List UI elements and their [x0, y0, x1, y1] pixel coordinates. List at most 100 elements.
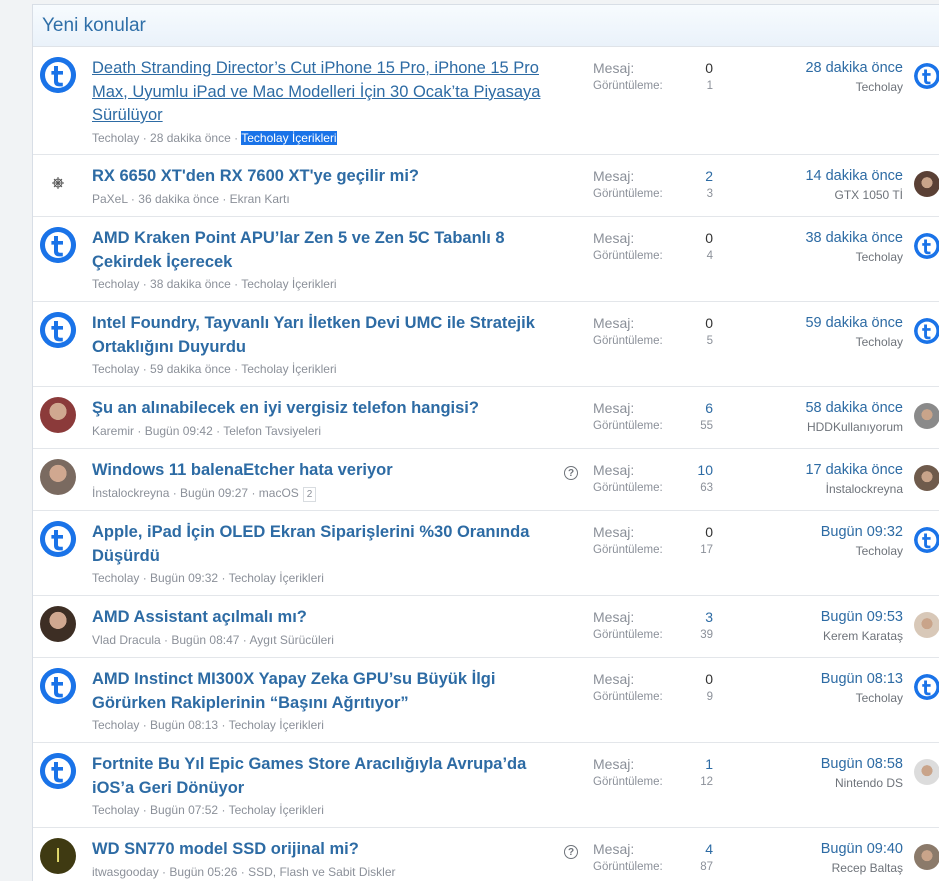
thread-title-link[interactable]: Intel Foundry, Tayvanlı Yarı İletken Dev…: [92, 312, 562, 359]
thread-author-link[interactable]: Techolay: [92, 718, 139, 732]
thread-author-link[interactable]: Techolay: [92, 131, 139, 145]
thread-author-link[interactable]: Vlad Dracula: [92, 633, 161, 647]
block-title[interactable]: Yeni konular: [42, 15, 146, 37]
last-post-time[interactable]: 28 dakika önce: [805, 60, 903, 76]
thread-start-date[interactable]: Bugün 09:27: [180, 486, 248, 500]
thread-start-date[interactable]: 59 dakika önce: [150, 362, 231, 376]
thread-title-link[interactable]: WD SN770 model SSD orijinal mi?: [92, 838, 562, 862]
last-post-time[interactable]: Bugün 09:53: [821, 609, 903, 625]
thread-forum-link[interactable]: Aygıt Sürücüleri: [249, 633, 334, 647]
user-avatar[interactable]: [40, 459, 76, 495]
thread-author-link[interactable]: Techolay: [92, 803, 139, 817]
techolay-last-avatar-icon[interactable]: [914, 674, 939, 700]
last-post-time[interactable]: 58 dakika önce: [805, 400, 903, 416]
thread-author-link[interactable]: Karemir: [92, 424, 134, 438]
last-post-time[interactable]: Bugün 09:32: [821, 524, 903, 540]
thread-start-date[interactable]: Bugün 09:42: [145, 424, 213, 438]
thread-start-date[interactable]: 36 dakika önce: [138, 192, 219, 206]
thread-title-link[interactable]: Apple, iPad İçin OLED Ekran Siparişlerin…: [92, 521, 562, 568]
last-poster-name[interactable]: Techolay: [856, 544, 903, 558]
thread-author-link[interactable]: PaXeL: [92, 192, 128, 206]
thread-author-link[interactable]: itwasgooday: [92, 865, 159, 879]
thread-author-link[interactable]: Techolay: [92, 571, 139, 585]
thread-forum-link[interactable]: Techolay İçerikleri: [229, 571, 324, 585]
thread-title-link[interactable]: AMD Instinct MI300X Yapay Zeka GPU’su Bü…: [92, 668, 562, 715]
last-post-time[interactable]: 14 dakika önce: [805, 168, 903, 184]
user-avatar[interactable]: [40, 606, 76, 642]
thread-forum-link[interactable]: Techolay İçerikleri: [241, 362, 336, 376]
last-poster-avatar[interactable]: [914, 465, 939, 491]
thread-title-link[interactable]: AMD Assistant açılmalı mı?: [92, 606, 562, 630]
last-post-time[interactable]: Bugün 09:40: [821, 841, 903, 857]
last-poster-avatar[interactable]: [914, 171, 939, 197]
last-poster-name[interactable]: Techolay: [856, 335, 903, 349]
thread-start-date[interactable]: 38 dakika önce: [150, 277, 231, 291]
techolay-last-avatar-icon[interactable]: [914, 63, 939, 89]
techolay-avatar-icon[interactable]: [40, 312, 76, 348]
last-poster-name[interactable]: Techolay: [856, 80, 903, 94]
techolay-last-avatar-icon[interactable]: [914, 527, 939, 553]
thread-title-link[interactable]: Death Stranding Director’s Cut iPhone 15…: [92, 57, 562, 128]
last-poster-name[interactable]: Kerem Karataş: [823, 629, 903, 643]
thread-forum-link[interactable]: Techolay İçerikleri: [241, 277, 336, 291]
thread-start-date[interactable]: Bugün 07:52: [150, 803, 218, 817]
last-poster-name[interactable]: Techolay: [856, 250, 903, 264]
thread-forum-link[interactable]: Techolay İçerikleri: [229, 718, 324, 732]
thread-forum-link[interactable]: Techolay İçerikleri: [241, 130, 337, 145]
thread-start-date[interactable]: Bugün 08:13: [150, 718, 218, 732]
techolay-avatar-icon[interactable]: [40, 521, 76, 557]
thread-start-date[interactable]: Bugün 05:26: [169, 865, 237, 879]
techolay-last-avatar-icon[interactable]: [914, 318, 939, 344]
thread-title-link[interactable]: Şu an alınabilecek en iyi vergisiz telef…: [92, 397, 562, 421]
thread-forum-link[interactable]: SSD, Flash ve Sabit Diskler: [248, 865, 395, 879]
last-post-time[interactable]: Bugün 08:58: [821, 756, 903, 772]
last-poster-avatar[interactable]: [914, 844, 939, 870]
techolay-last-avatar-icon[interactable]: [914, 233, 939, 259]
thread-start-date[interactable]: Bugün 08:47: [171, 633, 239, 647]
thread-author-link[interactable]: Techolay: [92, 277, 139, 291]
last-poster-name[interactable]: GTX 1050 Tİ: [835, 188, 903, 202]
thread-forum-link[interactable]: Telefon Tavsiyeleri: [223, 424, 321, 438]
replies-count[interactable]: 2: [705, 168, 713, 184]
thread-meta: PaXeL · 36 dakika önce · Ekran Kartı: [92, 191, 290, 206]
last-poster-name[interactable]: Nintendo DS: [835, 776, 903, 790]
techolay-avatar-icon[interactable]: [40, 668, 76, 704]
last-poster-avatar[interactable]: [914, 612, 939, 638]
last-poster-name[interactable]: Recep Baltaş: [832, 861, 903, 875]
thread-author-link[interactable]: Techolay: [92, 362, 139, 376]
last-post-time[interactable]: 59 dakika önce: [805, 315, 903, 331]
replies-label: Mesaj:: [593, 841, 635, 857]
last-poster-avatar[interactable]: [914, 403, 939, 429]
thread-start-date[interactable]: 28 dakika önce: [150, 131, 231, 145]
thread-start-date[interactable]: Bugün 09:32: [150, 571, 218, 585]
question-glyph: ?: [567, 846, 575, 858]
last-poster-name[interactable]: HDDKullanıyorum: [807, 420, 903, 434]
replies-count[interactable]: 4: [705, 841, 713, 857]
user-letter-avatar[interactable]: I: [40, 838, 76, 874]
user-avatar[interactable]: [40, 397, 76, 433]
last-poster-avatar[interactable]: [914, 759, 939, 785]
replies-count[interactable]: 1: [705, 756, 713, 772]
views-label: Görüntüleme:: [593, 335, 663, 347]
last-poster-name[interactable]: İnstalockreyna: [826, 482, 903, 496]
last-post-time[interactable]: Bugün 08:13: [821, 671, 903, 687]
techolay-avatar-icon[interactable]: [40, 57, 76, 93]
thread-author-link[interactable]: İnstalockreyna: [92, 486, 169, 500]
thread-title-link[interactable]: Windows 11 balenaEtcher hata veriyor: [92, 459, 562, 483]
thread-title-link[interactable]: RX 6650 XT'den RX 7600 XT'ye geçilir mi?: [92, 165, 562, 189]
last-post-time[interactable]: 17 dakika önce: [805, 462, 903, 478]
thread-title-link[interactable]: AMD Kraken Point APU’lar Zen 5 ve Zen 5C…: [92, 227, 562, 274]
user-avatar[interactable]: [40, 168, 76, 198]
thread-forum-link[interactable]: macOS: [259, 486, 299, 500]
last-poster-name[interactable]: Techolay: [856, 691, 903, 705]
thread-page-link[interactable]: 2: [302, 486, 317, 502]
thread-forum-link[interactable]: Techolay İçerikleri: [229, 803, 324, 817]
thread-title-link[interactable]: Fortnite Bu Yıl Epic Games Store Aracılı…: [92, 753, 562, 800]
replies-count[interactable]: 3: [705, 609, 713, 625]
techolay-avatar-icon[interactable]: [40, 227, 76, 263]
thread-forum-link[interactable]: Ekran Kartı: [230, 192, 290, 206]
techolay-avatar-icon[interactable]: [40, 753, 76, 789]
last-post-time[interactable]: 38 dakika önce: [805, 230, 903, 246]
replies-count[interactable]: 10: [697, 462, 713, 478]
replies-count[interactable]: 6: [705, 400, 713, 416]
